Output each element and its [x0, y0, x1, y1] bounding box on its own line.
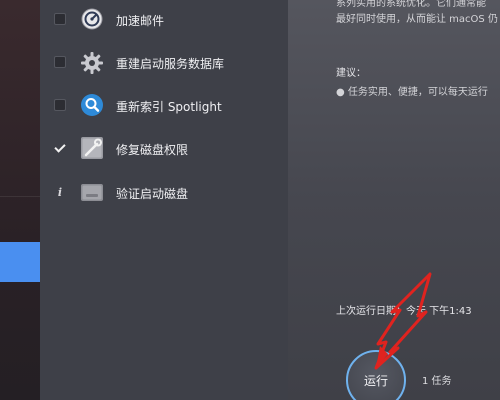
task-row-verify-startup-disk[interactable]: i 验证启动磁盘: [40, 173, 288, 213]
suggestion-item: ● 任务实用、便捷，可以每天运行: [336, 87, 488, 98]
description-line: 系列实用的系统优化。它们通常能: [336, 0, 486, 9]
task-label: 验证启动磁盘: [116, 186, 189, 201]
sidebar: [0, 0, 40, 400]
disk-icon: [80, 180, 104, 204]
task-description: 系列实用的系统优化。它们通常能 最好同时使用，从而能让 macOS 仍: [336, 0, 498, 28]
mail-speedometer-icon: [80, 7, 104, 31]
task-checkbox-checked[interactable]: [54, 142, 66, 154]
gear-icon: [80, 51, 104, 75]
description-line: 最好同时使用，从而能让 macOS 仍: [336, 14, 498, 25]
task-checkbox[interactable]: [54, 56, 66, 68]
magnifier-icon: [80, 93, 104, 117]
info-icon[interactable]: i: [54, 186, 66, 199]
task-label: 修复磁盘权限: [116, 142, 189, 157]
annotation-arrow-icon: [374, 272, 432, 370]
task-row-speed-up-mail[interactable]: 加速邮件: [40, 0, 288, 40]
task-label: 重建启动服务数据库: [116, 56, 225, 71]
sidebar-item-selected[interactable]: [0, 242, 40, 282]
task-row-rebuild-launch-services[interactable]: 重建启动服务数据库: [40, 43, 288, 83]
sidebar-divider: [0, 196, 40, 197]
suggestion-title: 建议：: [336, 68, 366, 79]
task-label: 加速邮件: [116, 13, 165, 28]
task-checkbox[interactable]: [54, 13, 66, 25]
task-row-repair-permissions[interactable]: 修复磁盘权限: [40, 129, 288, 169]
task-checkbox[interactable]: [54, 99, 66, 111]
disk-wrench-icon: [80, 135, 104, 159]
task-label: 重新索引 Spotlight: [116, 99, 222, 114]
task-row-reindex-spotlight[interactable]: 重新索引 Spotlight: [40, 86, 288, 126]
task-count: 1 任务: [422, 376, 452, 387]
task-list: 加速邮件 重建启动服务数据库 重新索引 Spotlight 修复磁盘权限 i 验…: [40, 0, 288, 400]
